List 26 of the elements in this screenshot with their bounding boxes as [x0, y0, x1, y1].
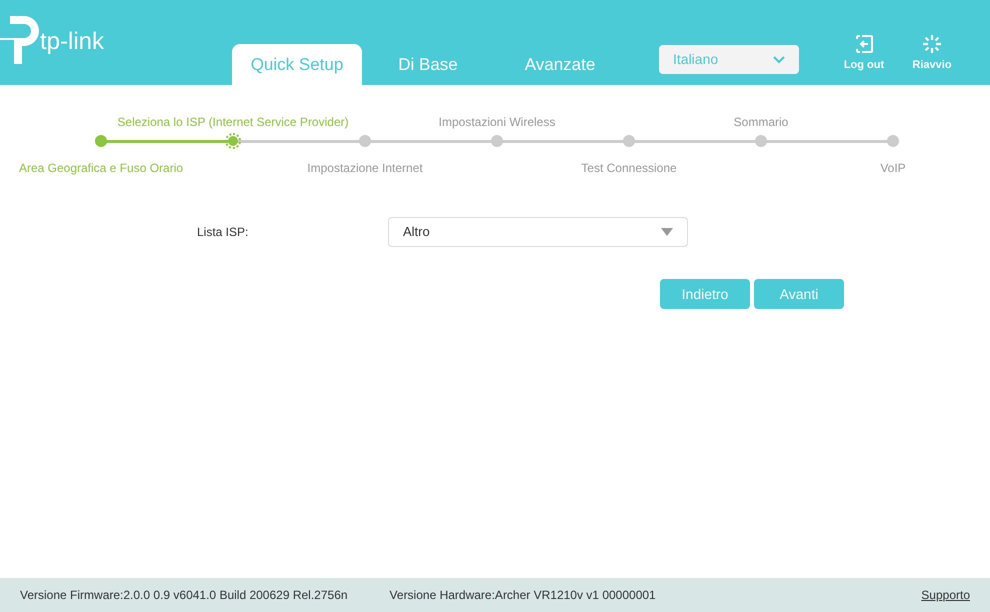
step-label: Impostazione Internet — [307, 160, 423, 177]
step-label: VoIP — [880, 160, 906, 177]
step-label: Test Connessione — [581, 160, 677, 177]
logout-button[interactable]: Log out — [839, 34, 889, 73]
step-label: Impostazioni Wireless — [438, 114, 556, 131]
step-label: Area Geografica e Fuso Orario — [18, 160, 184, 177]
nav-tab[interactable]: Di Base — [362, 44, 494, 85]
step-label: Seleziona lo ISP (Internet Service Provider) — [117, 114, 349, 131]
reboot-button[interactable]: Riavvio — [907, 34, 957, 73]
nav-tab[interactable]: Avanzate — [494, 44, 626, 85]
language-select[interactable]: Italiano — [659, 45, 799, 74]
logo-text: tp-link — [40, 30, 104, 54]
isp-select[interactable]: Altro — [388, 217, 688, 247]
step-label: Sommario — [734, 114, 788, 131]
hardware-version: Versione Hardware:Archer VR1210v v1 00000001 — [390, 587, 656, 604]
chevron-down-icon — [773, 56, 785, 64]
nav-tab[interactable]: Quick Setup — [232, 44, 362, 85]
logout-icon — [854, 34, 874, 54]
field-label: Lista ISP: — [197, 224, 250, 241]
back-button[interactable]: Indietro — [660, 279, 750, 309]
logo-icon — [0, 16, 40, 64]
dropdown-arrow-icon — [661, 228, 673, 236]
firmware-version: Versione Firmware:2.0.0 0.9 v6041.0 Build 200629 Rel.2756n — [20, 587, 348, 604]
support-link[interactable]: Supporto — [921, 586, 970, 604]
next-button[interactable]: Avanti — [754, 279, 844, 309]
spinner-icon — [922, 34, 942, 54]
